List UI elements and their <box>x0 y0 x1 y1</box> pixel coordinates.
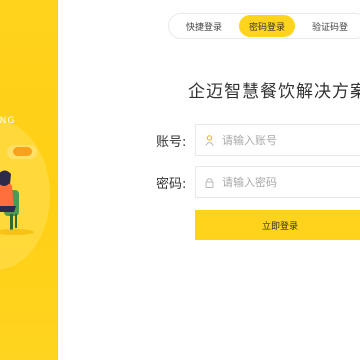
illustration-panel: ING <box>0 0 58 360</box>
tab-code-login[interactable]: 验证码登 <box>295 15 360 37</box>
password-field[interactable] <box>195 166 360 198</box>
password-label: 密码: <box>156 177 187 192</box>
tab-password-login[interactable]: 密码登录 <box>239 15 295 37</box>
login-tabs: 快捷登录 密码登录 验证码登 <box>168 13 360 39</box>
user-icon <box>204 134 214 146</box>
account-label: 账号: <box>156 135 187 150</box>
password-input[interactable] <box>222 175 352 189</box>
person-illustration <box>0 170 34 235</box>
page-title: 企迈智慧餐饮解决方案 <box>188 82 360 102</box>
login-page: ING 快捷登录 密码登录 验证码登 企迈智慧餐饮解决方案 账号: <box>0 0 360 360</box>
panel-tagline: ING <box>0 116 16 126</box>
account-field[interactable] <box>195 124 360 156</box>
account-input[interactable] <box>222 133 352 147</box>
tab-quick-login[interactable]: 快捷登录 <box>169 15 239 37</box>
login-button[interactable]: 立即登录 <box>195 210 360 240</box>
decorative-pill <box>13 147 32 156</box>
lock-icon <box>204 176 214 188</box>
